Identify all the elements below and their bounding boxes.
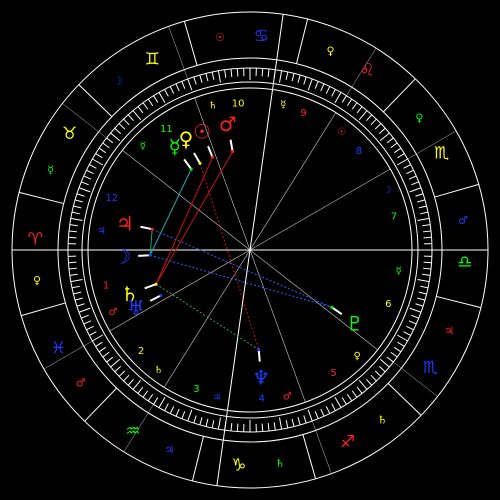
house-ruler-glyph: ♀	[354, 351, 361, 362]
house-ruler-glyph: ♃	[212, 392, 221, 403]
zodiac-sign-leo: ♌	[359, 61, 374, 81]
planet-position-dot	[231, 150, 235, 154]
degree-tick	[261, 423, 264, 432]
house-ruler-glyph: ☉	[337, 127, 346, 138]
planet-venus-icon: ♀	[179, 127, 194, 151]
planet-uranus-icon: ♅	[127, 296, 145, 320]
house-ruler-glyph: ♄	[208, 101, 217, 112]
degree-tick	[68, 261, 77, 264]
house-number-4: 4	[259, 394, 265, 405]
planet-jupiter-icon: ♃	[116, 211, 134, 235]
planet-position-dot	[154, 282, 158, 286]
sign-ruler-glyph: ♄	[377, 413, 387, 426]
house-number-9: 9	[300, 108, 306, 119]
planet-position-dot	[198, 161, 202, 165]
planet-position-dot	[330, 305, 334, 309]
house-ruler-glyph: ♄	[154, 365, 163, 376]
house-number-1: 1	[103, 281, 109, 292]
planet-mars-icon: ♂	[219, 112, 237, 136]
degree-tick	[423, 236, 432, 239]
house-number-7: 7	[391, 211, 397, 222]
sign-ruler-glyph: ☉	[215, 31, 225, 44]
house-number-11: 11	[160, 124, 173, 135]
sign-ruler-glyph: ♄	[275, 457, 285, 470]
house-ruler-glyph: ☿	[396, 266, 402, 277]
sign-ruler-glyph: ☽	[113, 75, 123, 88]
zodiac-sign-virgo: ♏	[434, 143, 449, 163]
zodiac-sign-sagittarius: ♐	[340, 433, 355, 453]
house-number-2: 2	[138, 346, 144, 357]
house-number-3: 3	[193, 384, 199, 395]
zodiac-sign-pisces: ♓	[51, 339, 66, 359]
planet-sun-icon: ☉	[193, 119, 211, 143]
zodiac-sign-libra: ♎	[457, 252, 472, 272]
planet-neptune-icon: ♆	[252, 366, 270, 390]
sign-ruler-glyph: ♃	[165, 443, 175, 456]
planet-pointer	[257, 349, 261, 362]
sign-ruler-glyph: ♀	[415, 112, 423, 125]
planet-pluto-icon: ♇	[346, 311, 364, 335]
sign-ruler-glyph: ♂	[458, 214, 468, 227]
sign-ruler-glyph: ☿	[47, 163, 54, 176]
planet-position-dot	[211, 155, 215, 159]
house-number-8: 8	[356, 146, 362, 157]
degree-tick	[423, 261, 432, 264]
degree-tick	[236, 68, 239, 77]
sign-ruler-glyph: ♀	[327, 45, 335, 58]
degree-tick	[236, 423, 239, 432]
sign-ruler-glyph: ♀	[33, 274, 41, 287]
sign-ruler-glyph: ♃	[444, 325, 454, 338]
house-number-10: 10	[232, 98, 245, 109]
house-ruler-glyph: ♃	[97, 226, 106, 237]
house-number-6: 6	[385, 299, 391, 310]
house-ruler-glyph: ☿	[140, 141, 146, 152]
planet-position-dot	[189, 167, 193, 171]
astrology-chart-wheel: ♏ ♀ ♌ ♀ ♋ ☉ ♊ ☽ ♉ ☿ ♈ ♀ ♓ ♂ ♒ ♃ ♑ ♄ ♐ ♄ ♏ ♃ ♎ ♂ 1 ♂ 2 ♄ 3 ♃ 4 ♂ 5 ♀ 6 ☿ 7 ☽ 8…	[0, 0, 500, 500]
house-ruler-glyph: ♂	[283, 391, 292, 402]
zodiac-sign-gemini: ♊	[145, 49, 160, 69]
planet-moon-icon: ☽	[113, 245, 131, 269]
house-number-5: 5	[330, 368, 336, 379]
degree-tick	[261, 68, 264, 77]
planet-position-dot	[148, 253, 152, 257]
zodiac-sign-aquarius: ♒	[125, 421, 140, 441]
planet-position-dot	[159, 293, 163, 297]
house-ruler-glyph: ☽	[383, 185, 392, 196]
planet-position-dot	[257, 348, 261, 352]
zodiac-sign-aries: ♈	[28, 230, 43, 250]
zodiac-sign-cancer: ♋	[254, 26, 269, 46]
planet-position-dot	[150, 227, 154, 231]
zodiac-sign-scorpio: ♏	[423, 358, 438, 378]
sign-ruler-glyph: ♂	[76, 376, 86, 389]
zodiac-sign-taurus: ♉	[62, 124, 77, 144]
house-number-12: 12	[105, 193, 118, 204]
planet-pointer	[138, 254, 151, 257]
house-ruler-glyph: ☿	[280, 100, 286, 111]
degree-tick	[68, 236, 77, 239]
house-ruler-glyph: ♂	[108, 307, 117, 318]
zodiac-sign-capricorn: ♑	[231, 456, 246, 476]
